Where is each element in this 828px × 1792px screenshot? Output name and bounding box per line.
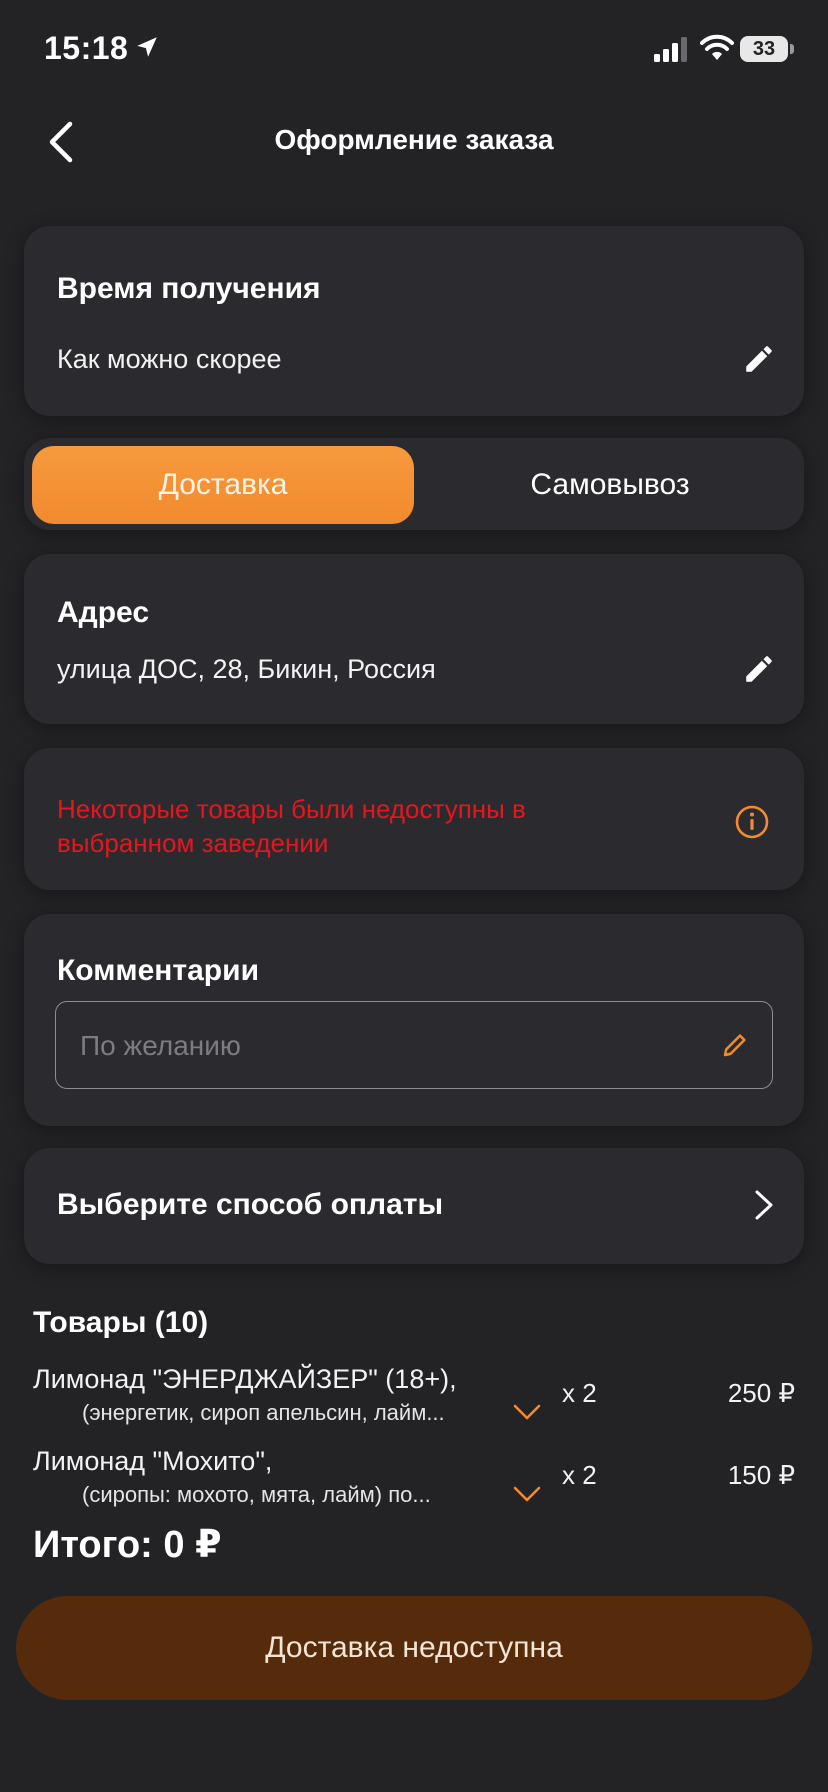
- delivery-mode-toggle: Доставка Самовывоз: [24, 438, 804, 530]
- page-title: Оформление заказа: [274, 124, 554, 155]
- pencil-icon[interactable]: [742, 652, 776, 686]
- item-price: 250 ₽: [727, 1378, 795, 1408]
- comments-title: Комментарии: [57, 954, 260, 987]
- item-modifiers: (сиропы: мохото, мята, лайм) по...: [82, 1482, 431, 1507]
- warning-text: Некоторые товары были недоступны в выбра…: [57, 794, 526, 858]
- tab-pickup[interactable]: Самовывоз: [424, 446, 796, 524]
- wifi-icon: [700, 34, 734, 60]
- list-item: Лимонад "ЭНЕРДЖАЙЗЕР" (18+), (энергетик,…: [0, 1364, 828, 1436]
- comment-input[interactable]: По желанию: [55, 1001, 773, 1089]
- address-value: улица ДОС, 28, Бикин, Россия: [57, 654, 436, 684]
- pencil-icon: [723, 1034, 746, 1057]
- chevron-right-icon: [755, 1190, 773, 1220]
- info-icon[interactable]: [734, 804, 770, 840]
- address-title: Адрес: [57, 596, 150, 629]
- status-bar: 15:18 33: [0, 0, 828, 100]
- cellular-signal-icon: [654, 37, 687, 62]
- location-arrow-icon: [137, 37, 157, 57]
- item-quantity: x 2: [562, 1378, 597, 1408]
- item-modifiers: (энергетик, сироп апельсин, лайм...: [82, 1400, 445, 1425]
- items-title: Товары (10): [33, 1306, 209, 1339]
- unavailable-warning-card: Некоторые товары были недоступны в выбра…: [24, 748, 804, 890]
- pickup-time-title: Время получения: [57, 272, 321, 305]
- status-time: 15:18: [44, 30, 129, 66]
- item-name: Лимонад "ЭНЕРДЖАЙЗЕР" (18+),: [33, 1364, 457, 1394]
- battery-level: 33: [740, 36, 788, 62]
- payment-label: Выберите способ оплаты: [57, 1188, 444, 1221]
- list-item: Лимонад "Мохито", (сиропы: мохото, мята,…: [0, 1446, 828, 1518]
- submit-order-button[interactable]: Доставка недоступна: [16, 1596, 812, 1700]
- item-name: Лимонад "Мохито",: [33, 1446, 273, 1476]
- item-quantity: x 2: [562, 1460, 597, 1490]
- chevron-down-icon[interactable]: [512, 1402, 542, 1422]
- chevron-down-icon[interactable]: [512, 1484, 542, 1504]
- pencil-icon[interactable]: [742, 342, 776, 376]
- address-card[interactable]: Адрес улица ДОС, 28, Бикин, Россия: [24, 554, 804, 724]
- comments-card: Комментарии По желанию: [24, 914, 804, 1126]
- pickup-time-card[interactable]: Время получения Как можно скорее: [24, 226, 804, 416]
- pickup-time-value: Как можно скорее: [57, 344, 282, 374]
- order-total: Итого: 0 ₽: [33, 1524, 222, 1566]
- payment-method-selector[interactable]: Выберите способ оплаты: [24, 1148, 804, 1264]
- battery-icon: 33: [740, 36, 794, 62]
- item-price: 150 ₽: [727, 1460, 795, 1490]
- tab-delivery[interactable]: Доставка: [32, 446, 414, 524]
- comment-placeholder: По желанию: [80, 1030, 241, 1061]
